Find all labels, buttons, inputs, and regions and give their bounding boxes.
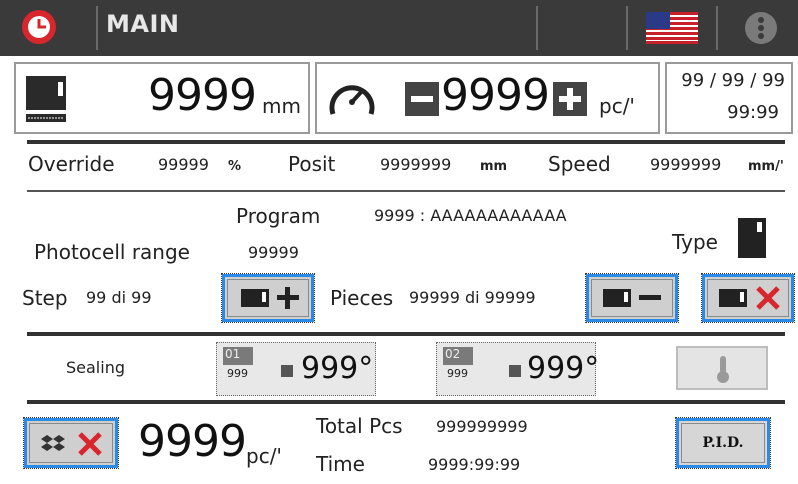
override-unit: %: [228, 159, 242, 174]
length-value: 9999: [148, 70, 257, 121]
total-pcs-value: 999999999: [436, 417, 528, 436]
plus-icon: [277, 287, 299, 309]
sealing-zone-1[interactable]: 01 999 999°: [216, 342, 376, 396]
heater-indicator: [509, 365, 521, 377]
toolbar-divider: [626, 6, 628, 50]
delete-step-button[interactable]: [701, 273, 795, 323]
pieces-label: Pieces: [330, 286, 394, 310]
pid-label: P.I.D.: [702, 435, 744, 451]
speed-value: 9999: [441, 70, 550, 121]
posit-value: 9999999: [380, 155, 452, 174]
close-icon: [756, 286, 780, 310]
machine-icon: [603, 289, 631, 307]
datetime-panel[interactable]: 99 / 99 / 99 99:99: [665, 62, 793, 134]
time-label: Time: [316, 452, 365, 476]
add-step-button[interactable]: [221, 273, 315, 323]
us-flag-icon[interactable]: [646, 12, 698, 44]
time-value: 9999:99:99: [428, 455, 521, 474]
length-unit: mm: [262, 94, 301, 118]
sealing-label: Sealing: [66, 358, 125, 377]
length-panel[interactable]: 9999 mm: [14, 62, 310, 134]
speed-panel: 9999 pc/': [315, 62, 660, 134]
speedometer-icon: [329, 85, 375, 115]
pieces-value: 99999 di 99999: [409, 288, 536, 307]
divider: [27, 332, 785, 336]
toolbar-divider: [96, 6, 98, 50]
divider: [27, 140, 785, 144]
machine-icon: [241, 289, 269, 307]
type-icon[interactable]: [738, 218, 766, 258]
type-label: Type: [672, 230, 718, 254]
program-value[interactable]: 9999 : AAAAAAAAAAAA: [374, 206, 567, 225]
minus-icon: [639, 295, 661, 300]
step-label: Step: [22, 286, 68, 310]
date-display: 99 / 99 / 99: [681, 70, 785, 91]
counter-value: 9999: [138, 416, 247, 467]
total-pcs-label: Total Pcs: [316, 414, 403, 438]
speed-label: Speed: [548, 152, 611, 176]
top-bar: MAIN: [0, 0, 798, 56]
reset-counter-button[interactable]: [23, 417, 119, 469]
zone-temperature: 999°: [301, 351, 374, 386]
toolbar-divider: [536, 6, 538, 50]
zone-setpoint: 999: [227, 367, 248, 380]
override-value: 99999: [158, 155, 209, 174]
step-value: 99 di 99: [86, 288, 152, 307]
posit-label: Posit: [288, 152, 336, 176]
zone-setpoint: 999: [447, 367, 468, 380]
divider: [27, 190, 785, 192]
pid-button[interactable]: P.I.D.: [675, 417, 771, 469]
menu-icon[interactable]: [744, 11, 778, 45]
machine-icon: [719, 289, 747, 307]
zone-tag: 01: [223, 347, 253, 365]
posit-unit: mm: [480, 159, 508, 174]
zone-tag: 02: [443, 347, 473, 365]
program-label: Program: [236, 204, 321, 228]
page-title: MAIN: [106, 10, 180, 38]
speed-increase-button[interactable]: [553, 82, 587, 116]
speed-unit: pc/': [599, 94, 635, 118]
zone-temperature: 999°: [527, 351, 600, 386]
override-label: Override: [28, 152, 115, 176]
speed-info-unit: mm/': [748, 159, 784, 174]
counter-unit: pc/': [246, 444, 282, 468]
thermometer-button[interactable]: [676, 346, 768, 390]
toolbar-divider: [716, 6, 718, 50]
clock-icon[interactable]: [21, 9, 57, 45]
photocell-value[interactable]: 99999: [248, 243, 299, 262]
close-icon: [78, 432, 102, 456]
divider: [27, 400, 785, 404]
remove-step-button[interactable]: [585, 273, 679, 323]
dropbox-icon: [41, 435, 65, 451]
thermometer-icon: [717, 356, 729, 383]
speed-decrease-button[interactable]: [405, 82, 439, 116]
time-display: 99:99: [727, 102, 779, 123]
machine-icon: [26, 76, 66, 122]
photocell-label: Photocell range: [34, 240, 190, 264]
speed-info-value: 9999999: [650, 155, 722, 174]
sealing-zone-2[interactable]: 02 999 999°: [436, 342, 600, 396]
heater-indicator: [281, 365, 293, 377]
